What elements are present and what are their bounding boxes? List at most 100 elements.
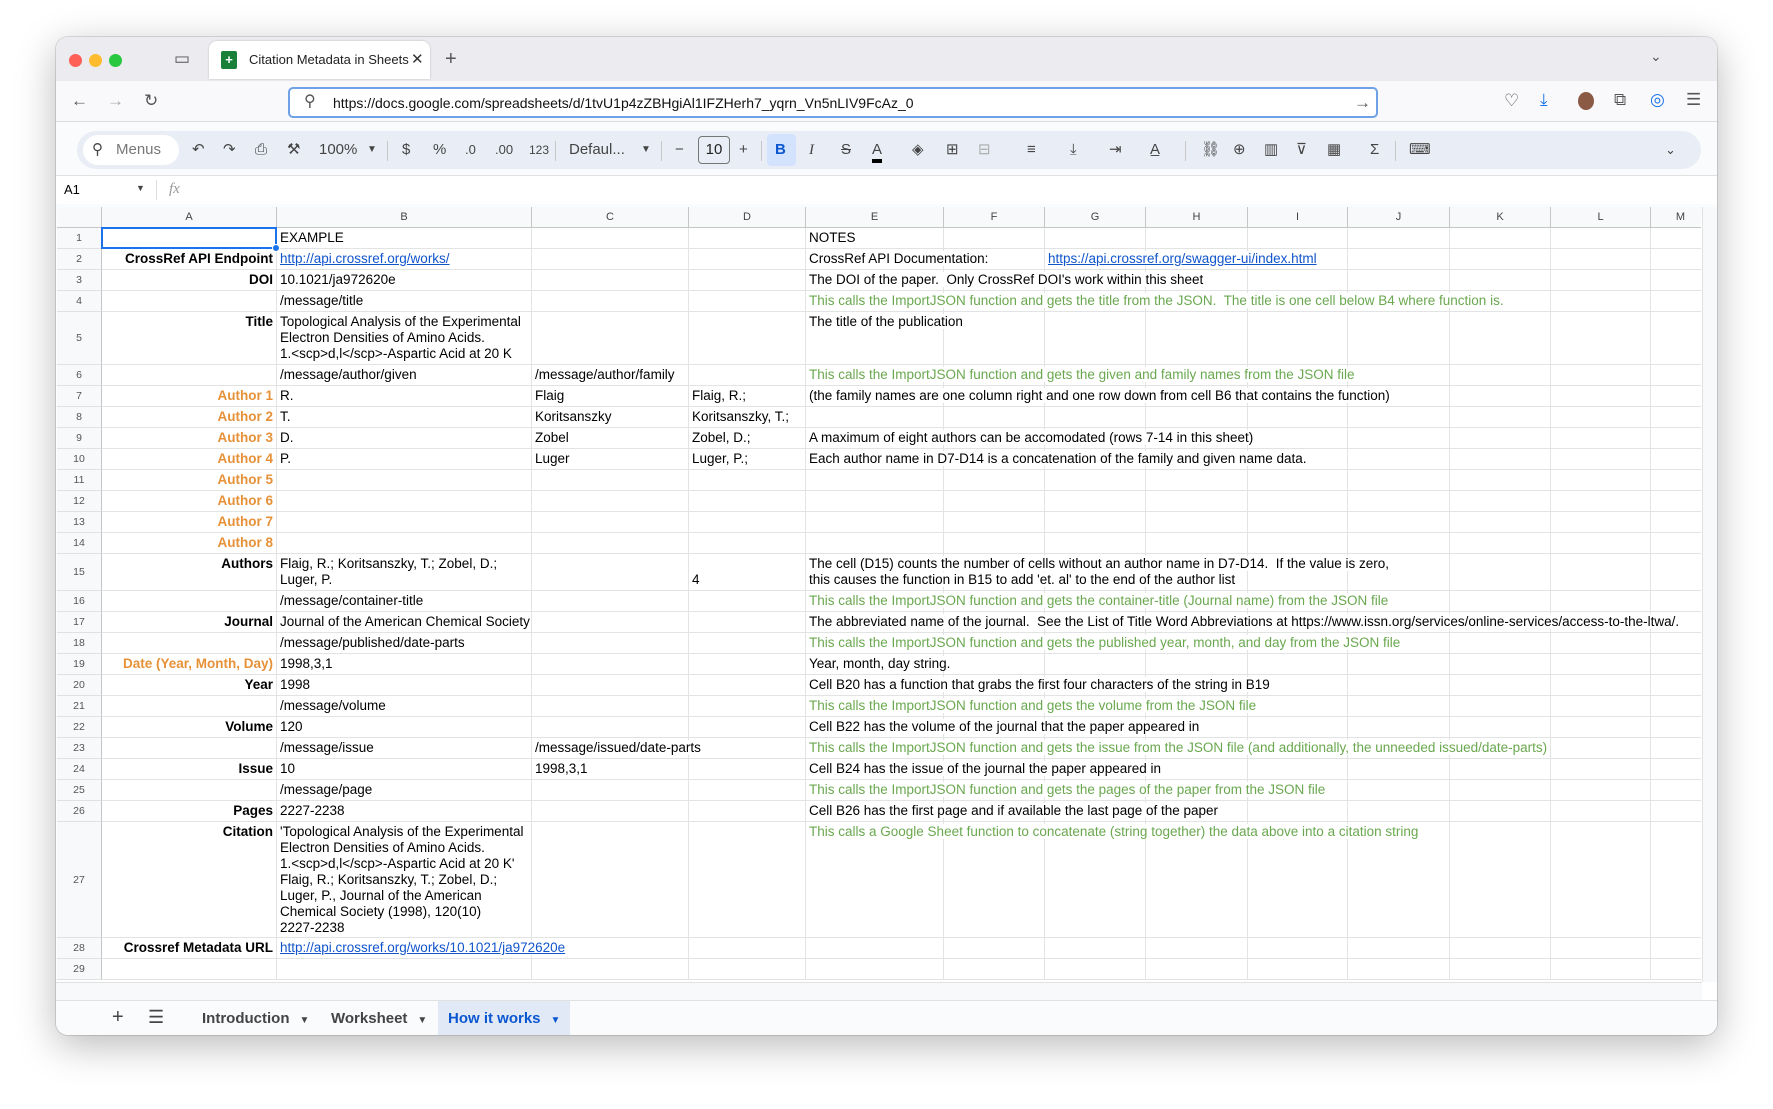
cell-C9[interactable]: Zobel — [532, 428, 689, 449]
cell-E28[interactable] — [806, 938, 944, 959]
maximize-window-button[interactable] — [109, 54, 122, 67]
cell-B14[interactable] — [277, 533, 532, 554]
zoom-select[interactable]: 100% — [319, 141, 357, 159]
cell-D18[interactable] — [689, 633, 806, 654]
cell-K25[interactable] — [1450, 780, 1551, 801]
cell-L26[interactable] — [1551, 801, 1651, 822]
cell-J9[interactable] — [1348, 428, 1450, 449]
cell-G13[interactable] — [1045, 512, 1146, 533]
column-header-D[interactable]: D — [689, 207, 806, 228]
cell-D13[interactable] — [689, 512, 806, 533]
cell-A28[interactable]: Crossref Metadata URL — [102, 938, 277, 959]
cell-L12[interactable] — [1551, 491, 1651, 512]
row-header-14[interactable]: 14 — [57, 533, 102, 554]
cell-C2[interactable] — [532, 249, 689, 270]
row-header-23[interactable]: 23 — [57, 738, 102, 759]
cell-I1[interactable] — [1248, 228, 1348, 249]
cell-H12[interactable] — [1146, 491, 1248, 512]
sheet-tab-worksheet[interactable]: Worksheet ▼ — [321, 1001, 437, 1035]
password-manager-icon[interactable]: ◎ — [1650, 91, 1665, 108]
cell-B18[interactable]: /message/published/date-parts — [277, 633, 532, 654]
cell-J1[interactable] — [1348, 228, 1450, 249]
cell-I28[interactable] — [1248, 938, 1348, 959]
cell-D6[interactable] — [689, 365, 806, 386]
text-color-button[interactable]: A — [872, 141, 883, 163]
row-header-10[interactable]: 10 — [57, 449, 102, 470]
cell-B25[interactable]: /message/page — [277, 780, 532, 801]
cell-D3[interactable] — [689, 270, 806, 291]
cell-G28[interactable] — [1045, 938, 1146, 959]
cell-J27[interactable] — [1348, 822, 1450, 938]
cell-J5[interactable] — [1348, 312, 1450, 365]
column-header-H[interactable]: H — [1146, 207, 1248, 228]
cell-E21[interactable]: This calls the ImportJSON function and g… — [806, 696, 1257, 717]
cell-K21[interactable] — [1450, 696, 1551, 717]
cell-B10[interactable]: P. — [277, 449, 532, 470]
cell-H27[interactable] — [1146, 822, 1248, 938]
cell-G29[interactable] — [1045, 959, 1146, 980]
cell-M12[interactable] — [1651, 491, 1701, 512]
cell-A25[interactable] — [102, 780, 277, 801]
select-all-corner[interactable] — [57, 207, 102, 228]
cell-M29[interactable] — [1651, 959, 1701, 980]
merge-cells-icon[interactable]: ⊟ — [978, 141, 991, 159]
percent-format-button[interactable]: % — [433, 141, 446, 159]
cell-C16[interactable] — [532, 591, 689, 612]
row-header-18[interactable]: 18 — [57, 633, 102, 654]
cell-D29[interactable] — [689, 959, 806, 980]
cell-B22[interactable]: 120 — [277, 717, 532, 738]
cell-L7[interactable] — [1551, 386, 1651, 407]
cell-E19[interactable]: Year, month, day string. — [806, 654, 951, 675]
row-header-19[interactable]: 19 — [57, 654, 102, 675]
cell-C3[interactable] — [532, 270, 689, 291]
cell-L28[interactable] — [1551, 938, 1651, 959]
cell-G12[interactable] — [1045, 491, 1146, 512]
row-header-28[interactable]: 28 — [57, 938, 102, 959]
row-header-8[interactable]: 8 — [57, 407, 102, 428]
cell-F14[interactable] — [944, 533, 1045, 554]
cell-K26[interactable] — [1450, 801, 1551, 822]
cell-K28[interactable] — [1450, 938, 1551, 959]
cell-G5[interactable] — [1045, 312, 1146, 365]
cell-G11[interactable] — [1045, 470, 1146, 491]
text-rotation-icon[interactable]: A̲ — [1150, 141, 1160, 159]
cell-C12[interactable] — [532, 491, 689, 512]
cell-L10[interactable] — [1551, 449, 1651, 470]
cell-link[interactable]: https://api.crossref.org/swagger-ui/inde… — [1048, 251, 1317, 266]
cell-A3[interactable]: DOI — [102, 270, 277, 291]
cell-L23[interactable] — [1551, 738, 1651, 759]
cell-B27[interactable]: 'Topological Analysis of the Experimenta… — [277, 822, 532, 938]
cell-H8[interactable] — [1146, 407, 1248, 428]
cell-I9[interactable] — [1248, 428, 1348, 449]
cell-C7[interactable]: Flaig — [532, 386, 689, 407]
cell-D20[interactable] — [689, 675, 806, 696]
cell-I5[interactable] — [1248, 312, 1348, 365]
cell-J19[interactable] — [1348, 654, 1450, 675]
cell-A11[interactable]: Author 5 — [102, 470, 277, 491]
row-header-25[interactable]: 25 — [57, 780, 102, 801]
cell-C11[interactable] — [532, 470, 689, 491]
cell-E4[interactable]: This calls the ImportJSON function and g… — [806, 291, 1504, 312]
cell-J2[interactable] — [1348, 249, 1450, 270]
cell-H14[interactable] — [1146, 533, 1248, 554]
cell-D16[interactable] — [689, 591, 806, 612]
cell-E22[interactable]: Cell B22 has the volume of the journal t… — [806, 717, 1200, 738]
cell-I21[interactable] — [1248, 696, 1348, 717]
cell-D9[interactable]: Zobel, D.; — [689, 428, 806, 449]
cell-I19[interactable] — [1248, 654, 1348, 675]
cell-C23[interactable]: /message/issued/date-parts — [532, 738, 701, 759]
cell-K8[interactable] — [1450, 407, 1551, 428]
row-header-20[interactable]: 20 — [57, 675, 102, 696]
cell-B23[interactable]: /message/issue — [277, 738, 532, 759]
cell-K15[interactable] — [1450, 554, 1551, 591]
cell-A4[interactable] — [102, 291, 277, 312]
cell-M4[interactable] — [1651, 291, 1701, 312]
cell-I22[interactable] — [1248, 717, 1348, 738]
cell-E1[interactable]: NOTES — [806, 228, 944, 249]
more-formats-button[interactable]: 123 — [529, 141, 549, 159]
cell-L4[interactable] — [1551, 291, 1651, 312]
cell-B5[interactable]: Topological Analysis of the Experimental… — [277, 312, 532, 365]
cell-M19[interactable] — [1651, 654, 1701, 675]
cell-H11[interactable] — [1146, 470, 1248, 491]
cell-D5[interactable] — [689, 312, 806, 365]
